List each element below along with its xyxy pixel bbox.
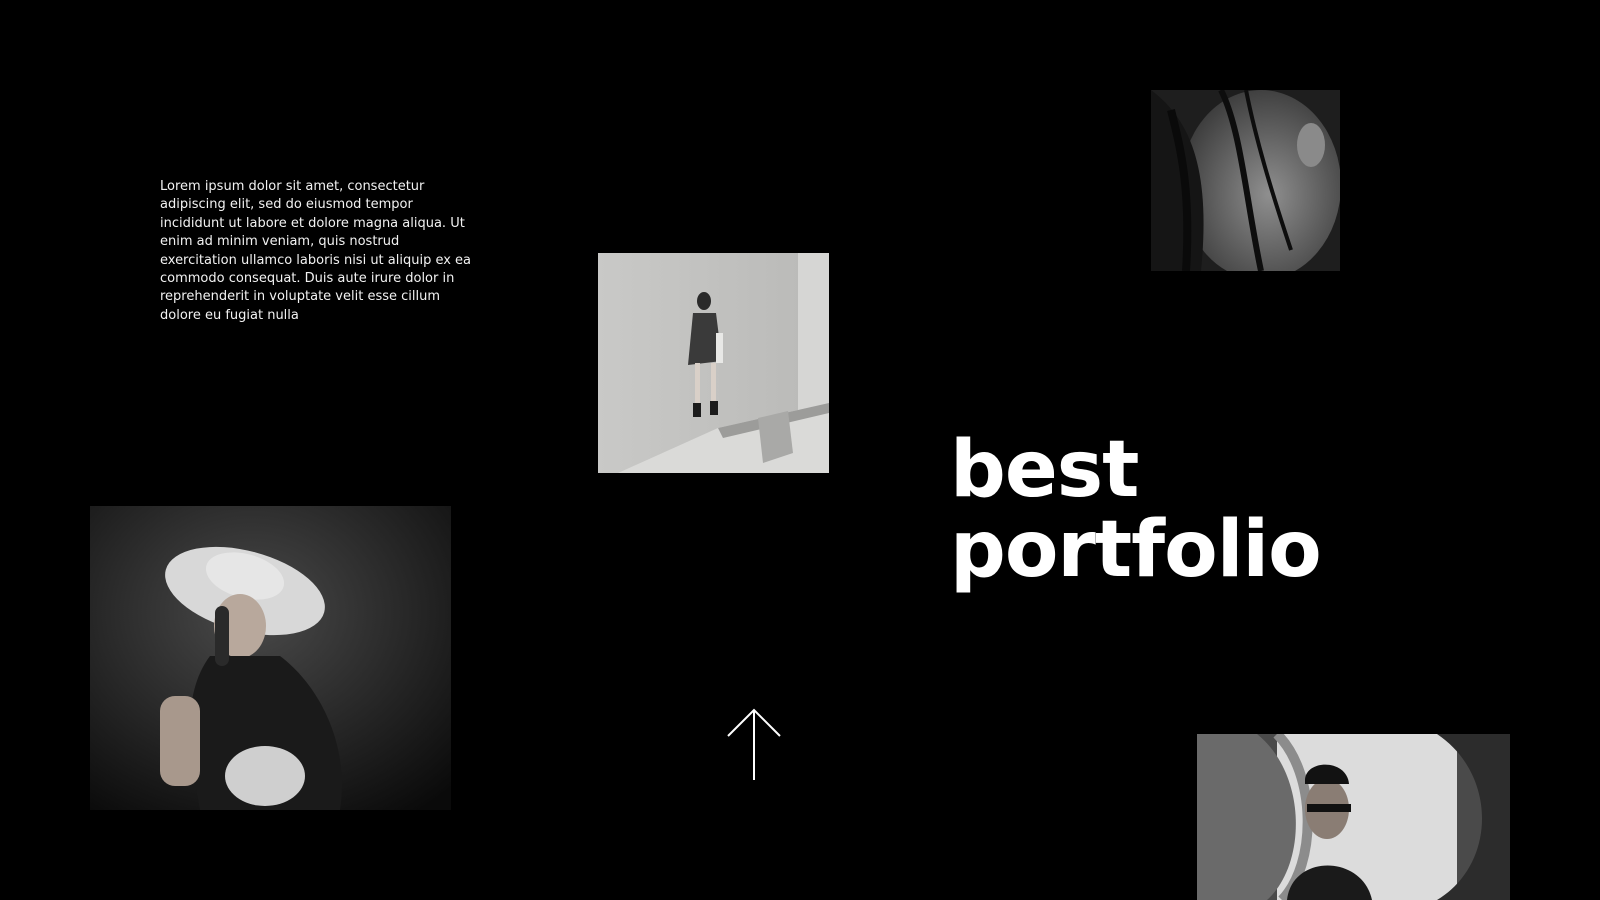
headline-line-2: portfolio: [950, 505, 1322, 595]
intro-paragraph: Lorem ipsum dolor sit amet, consectetur …: [160, 179, 472, 323]
photo-face-closeup: [1151, 90, 1340, 271]
headline: best portfolio: [950, 425, 1322, 595]
photo-woman-by-wall: [598, 253, 829, 473]
photo-woman-with-hat: [90, 506, 451, 810]
photo-man-in-mirror: [1197, 734, 1510, 900]
arrow-up-icon[interactable]: [726, 708, 782, 780]
headline-line-1: best: [950, 425, 1139, 515]
